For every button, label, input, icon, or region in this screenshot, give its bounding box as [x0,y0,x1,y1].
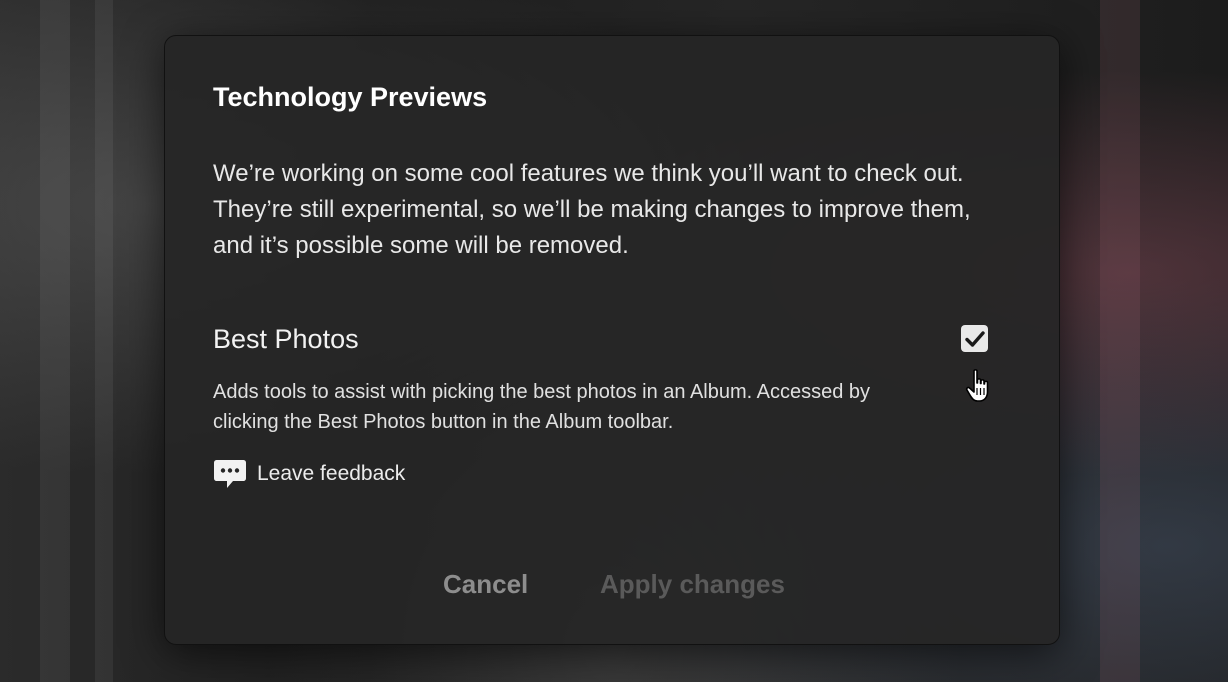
leave-feedback-label: Leave feedback [257,462,406,485]
feature-title-best-photos: Best Photos [213,324,359,354]
checkmark-icon [964,330,985,347]
best-photos-checkbox[interactable] [961,325,988,352]
hand-pointer-icon [965,369,989,402]
leave-feedback-link[interactable]: Leave feedback [213,458,405,490]
speech-bubble-icon [214,460,246,488]
background-light-streak [1100,0,1140,682]
technology-previews-dialog: Technology Previews We’re working on som… [164,35,1060,645]
apply-changes-button[interactable]: Apply changes [600,569,785,600]
dialog-intro-text: We’re working on some cool features we t… [213,160,971,259]
feature-description: Adds tools to assist with picking the be… [213,381,871,433]
dialog-title: Technology Previews [213,82,488,112]
background-light-streak [95,0,113,682]
cancel-button[interactable]: Cancel [443,569,528,600]
background-light-streak [40,0,70,682]
